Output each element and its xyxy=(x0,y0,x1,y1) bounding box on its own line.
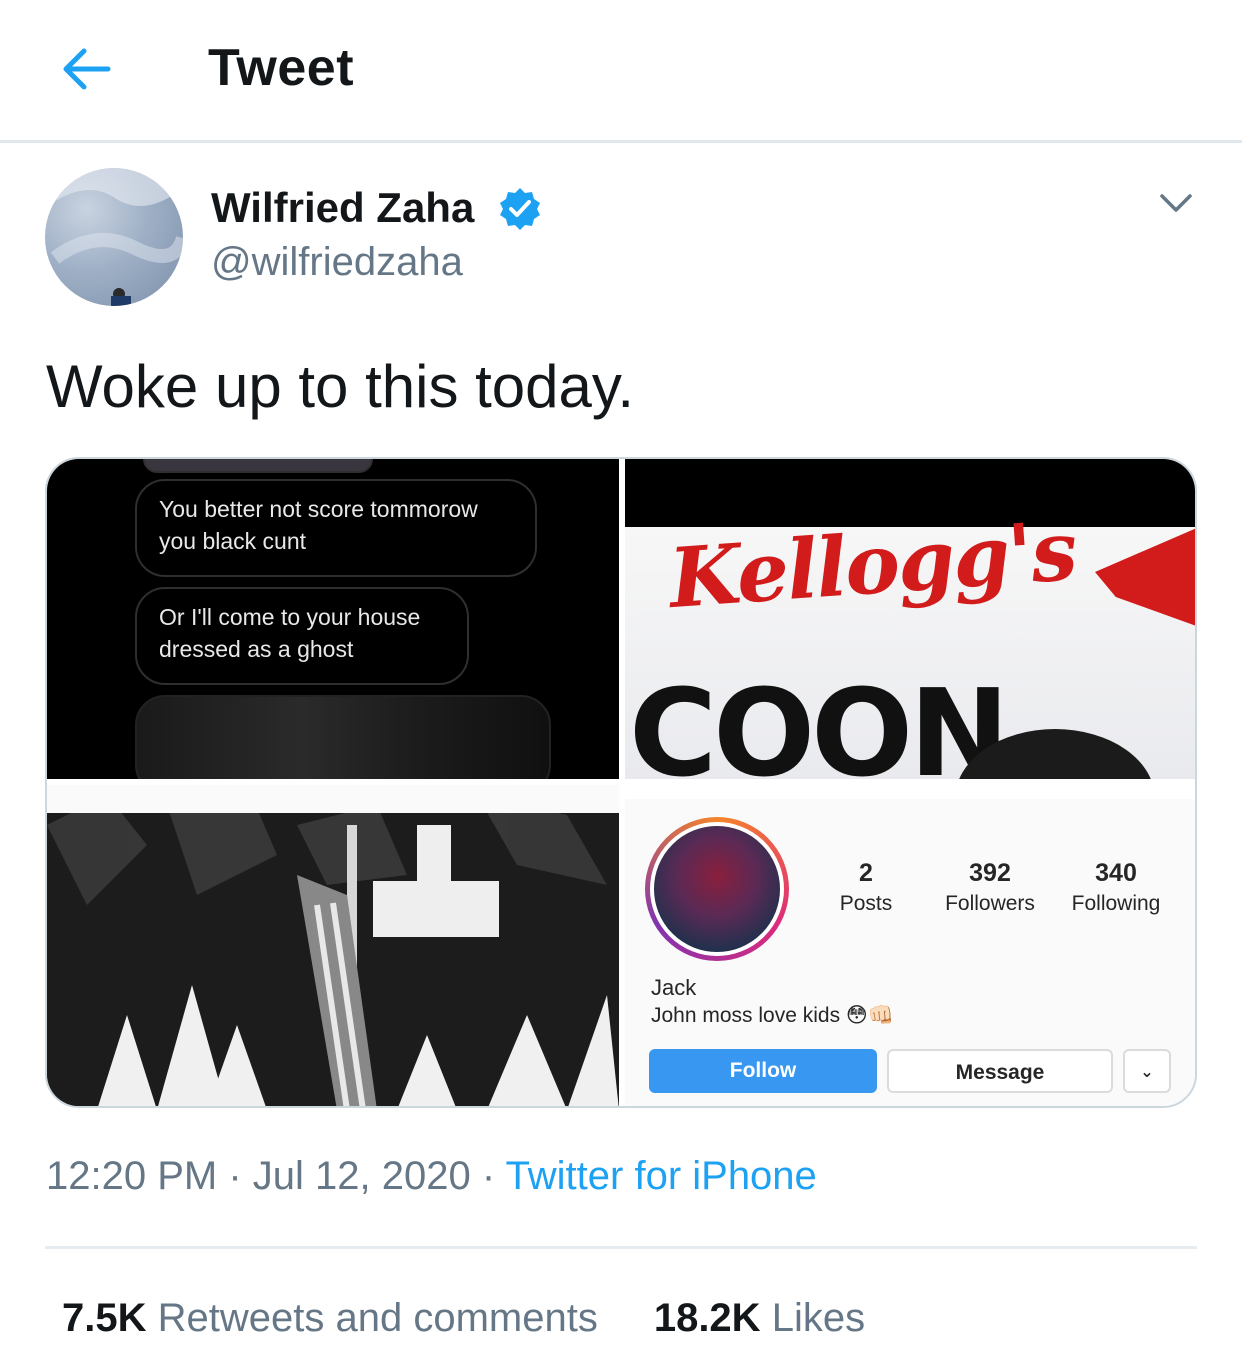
stat-followers-count: 392 xyxy=(969,859,1011,887)
retweets-stat[interactable]: 7.5K Retweets and comments xyxy=(62,1296,598,1340)
meta-separator: · xyxy=(217,1154,253,1198)
tweet-meta: 12:20 PM · Jul 12, 2020 · Twitter for iP… xyxy=(46,1154,817,1199)
profile-bio: John moss love kids 😳👊🏻 xyxy=(651,1004,894,1027)
tweet-menu-button[interactable] xyxy=(1156,186,1196,222)
verified-badge-icon xyxy=(500,188,540,230)
likes-stat[interactable]: 18.2K Likes xyxy=(654,1296,865,1340)
stat-posts-label: Posts xyxy=(839,892,893,915)
photo-image xyxy=(47,785,619,1106)
profile-name: Jack xyxy=(651,975,697,1000)
likes-count: 18.2K xyxy=(653,1296,761,1340)
profile-avatar[interactable] xyxy=(645,817,789,961)
tweet-date[interactable]: Jul 12, 2020 xyxy=(253,1154,471,1198)
cereal-figure-head xyxy=(959,729,1151,779)
avatar-image xyxy=(45,168,183,306)
stat-following-label: Following xyxy=(1071,892,1161,915)
more-options-button[interactable]: ⌄ xyxy=(1123,1049,1171,1093)
author-name[interactable]: Wilfried Zaha xyxy=(211,184,474,232)
media-instagram-profile[interactable]: 2 Posts 392 Followers 340 Following Jack… xyxy=(625,785,1195,1106)
arrow-left-icon xyxy=(63,48,111,90)
stat-followers[interactable]: 392 Followers xyxy=(935,859,1045,916)
retweets-count: 7.5K xyxy=(62,1296,147,1340)
stat-following[interactable]: 340 Following xyxy=(1061,859,1171,916)
retweets-label: Retweets and comments xyxy=(157,1296,598,1340)
message-button[interactable]: Message xyxy=(887,1049,1113,1093)
chevron-down-icon xyxy=(1160,194,1192,212)
follow-button[interactable]: Follow xyxy=(649,1049,877,1093)
media-cereal-box[interactable]: Kellogg's COON xyxy=(625,459,1195,779)
dm-bubble-previous xyxy=(143,459,373,473)
tweet-text: Woke up to this today. xyxy=(46,353,635,420)
author-handle[interactable]: @wilfriedzaha xyxy=(211,240,463,285)
dm-bubble: Or I'll come to your house dressed as a … xyxy=(135,587,469,685)
media-dm-screenshot[interactable]: You better not score tommorow you black … xyxy=(47,459,619,779)
divider xyxy=(45,1246,1197,1249)
dm-bubble-blurred xyxy=(135,695,551,779)
stat-posts-count: 2 xyxy=(859,859,873,887)
media-photo[interactable] xyxy=(47,785,619,1106)
cereal-name: COON xyxy=(629,665,1010,779)
back-button[interactable] xyxy=(58,44,114,94)
avatar[interactable] xyxy=(45,168,183,306)
engagement-stats: 7.5K Retweets and comments 18.2K Likes xyxy=(62,1296,865,1341)
stat-posts[interactable]: 2 Posts xyxy=(831,859,901,916)
stat-followers-label: Followers xyxy=(945,892,1035,915)
tweet-source-link[interactable]: Twitter for iPhone xyxy=(506,1154,817,1198)
top-bar: Tweet xyxy=(0,0,1242,143)
page-title: Tweet xyxy=(208,39,355,97)
dm-bubble: You better not score tommorow you black … xyxy=(135,479,537,577)
meta-separator: · xyxy=(470,1154,506,1198)
tweet-time[interactable]: 12:20 PM xyxy=(46,1154,217,1198)
stat-following-count: 340 xyxy=(1095,859,1137,887)
tweet-media-grid[interactable]: You better not score tommorow you black … xyxy=(45,457,1197,1108)
likes-label: Likes xyxy=(771,1296,866,1340)
profile-header-strip xyxy=(625,785,1195,799)
